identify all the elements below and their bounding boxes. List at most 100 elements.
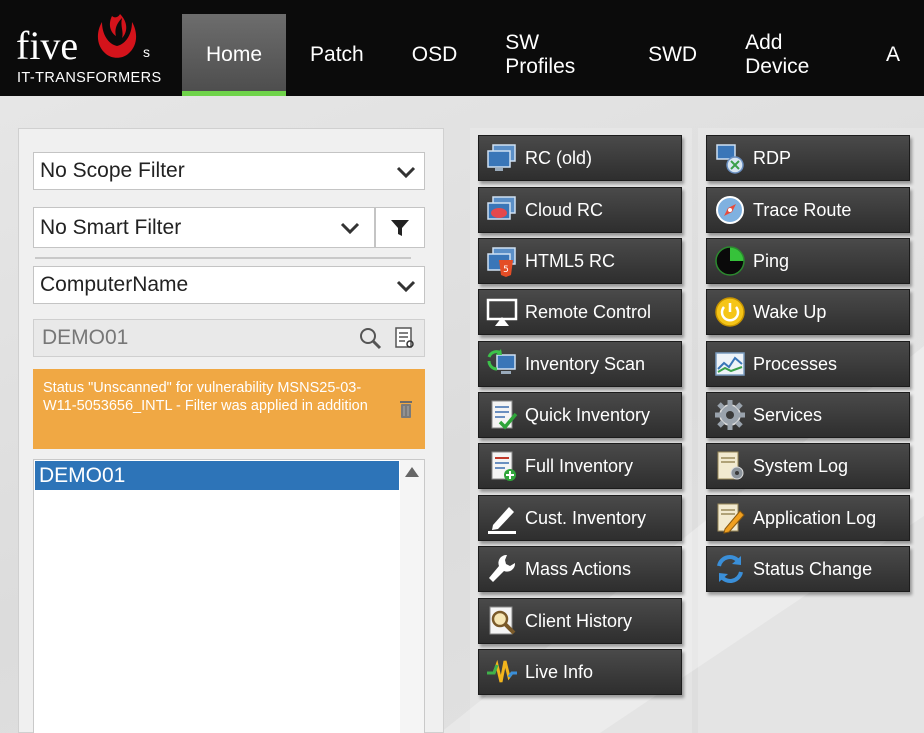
scope-filter-value: No Scope Filter xyxy=(40,159,185,182)
search-list-icon[interactable] xyxy=(394,326,416,350)
refresh-icon xyxy=(717,555,743,583)
logo-suffix: s xyxy=(143,44,150,60)
search-field-value: ComputerName xyxy=(40,273,189,296)
action-services-button[interactable]: Services xyxy=(706,392,910,438)
system-log-icon xyxy=(717,451,744,480)
filter-button[interactable] xyxy=(375,207,425,248)
chevron-down-icon xyxy=(396,166,416,179)
action-label: Inventory Scan xyxy=(525,353,646,374)
svg-text:5: 5 xyxy=(503,265,509,275)
nav-tab-truncated[interactable]: A xyxy=(862,14,924,96)
action-label: Application Log xyxy=(753,507,877,528)
action-label: Full Inventory xyxy=(525,455,634,476)
radar-icon xyxy=(715,246,745,276)
remote-control-icon xyxy=(486,298,518,326)
divider xyxy=(35,257,411,259)
action-ping-button[interactable]: Ping xyxy=(706,238,910,284)
full-inventory-icon xyxy=(491,451,516,481)
action-label: HTML5 RC xyxy=(525,250,616,271)
action-remote-control-button[interactable]: Remote Control xyxy=(478,289,682,335)
history-magnifier-icon xyxy=(489,606,516,635)
action-label: Mass Actions xyxy=(525,558,632,579)
action-status-change-button[interactable]: Status Change xyxy=(706,546,910,592)
action-label: Trace Route xyxy=(753,199,852,220)
main-nav: Home Patch OSD SW Profiles SWD Add Devic… xyxy=(182,14,924,96)
list-item-selected[interactable]: DEMO01 xyxy=(35,461,399,490)
action-label: System Log xyxy=(753,455,849,476)
action-inventory-scan-button[interactable]: Inventory Scan xyxy=(478,341,682,387)
action-client-history-button[interactable]: Client History xyxy=(478,598,682,644)
action-label: Ping xyxy=(753,250,790,271)
inventory-scan-icon xyxy=(487,349,516,374)
action-mass-actions-button[interactable]: Mass Actions xyxy=(478,546,682,592)
quick-inventory-icon xyxy=(491,400,518,430)
nav-tab-osd[interactable]: OSD xyxy=(388,14,482,96)
action-label: Cust. Inventory xyxy=(525,507,647,528)
action-label: Status Change xyxy=(753,558,873,579)
scope-filter-select[interactable]: No Scope Filter xyxy=(33,152,425,190)
action-label: Cloud RC xyxy=(525,199,604,220)
action-label: Live Info xyxy=(525,661,594,682)
funnel-icon xyxy=(391,219,409,236)
cloud-rc-icon xyxy=(487,196,516,220)
action-full-inventory-button[interactable]: Full Inventory xyxy=(478,443,682,489)
filter-panel: No Scope Filter No Smart Filter Computer… xyxy=(18,128,444,733)
actions-column-left: RC (old) Cloud RC 5 HTML5 RC Remote Cont… xyxy=(470,128,692,733)
scroll-up-icon[interactable] xyxy=(404,466,420,478)
filter-status-alert: Status "Unscanned" for vulnerability MSN… xyxy=(33,369,425,449)
logo-word: five xyxy=(16,23,79,68)
fives-logo[interactable]: five s IT-TRANSFORMERS xyxy=(16,14,166,86)
action-label: RC (old) xyxy=(525,147,593,168)
actions-column-right: RDP Trace Route Ping Wake Up Processes S… xyxy=(698,128,924,733)
action-system-log-button[interactable]: System Log xyxy=(706,443,910,489)
rdp-icon xyxy=(716,144,744,174)
gear-icon xyxy=(715,400,745,430)
action-application-log-button[interactable]: Application Log xyxy=(706,495,910,541)
top-navigation-bar: five s IT-TRANSFORMERS Home Patch OSD SW… xyxy=(0,0,924,96)
action-label: RDP xyxy=(753,147,792,168)
action-cloud-rc-button[interactable]: Cloud RC xyxy=(478,187,682,233)
action-rdp-button[interactable]: RDP xyxy=(706,135,910,181)
action-label: Services xyxy=(753,404,823,425)
compass-icon xyxy=(716,196,744,224)
search-field-select[interactable]: ComputerName xyxy=(33,266,425,304)
application-log-icon xyxy=(717,503,745,534)
rc-monitor-icon xyxy=(487,144,516,171)
action-processes-button[interactable]: Processes xyxy=(706,341,910,387)
action-html5-rc-button[interactable]: 5 HTML5 RC xyxy=(478,238,682,284)
search-input[interactable]: DEMO01 xyxy=(33,319,425,357)
alert-text: Status "Unscanned" for vulnerability MSN… xyxy=(43,380,368,414)
nav-tab-home[interactable]: Home xyxy=(182,14,287,96)
action-quick-inventory-button[interactable]: Quick Inventory xyxy=(478,392,682,438)
nav-tab-sw-profiles[interactable]: SW Profiles xyxy=(481,14,624,96)
html5-rc-icon: 5 xyxy=(487,247,516,277)
flame-icon xyxy=(97,14,137,58)
action-cust-inventory-button[interactable]: Cust. Inventory xyxy=(478,495,682,541)
list-item-label: DEMO01 xyxy=(39,463,126,487)
search-icon[interactable] xyxy=(358,326,382,350)
power-icon xyxy=(715,297,745,327)
action-rc-old-button[interactable]: RC (old) xyxy=(478,135,682,181)
action-label: Remote Control xyxy=(525,301,652,322)
wrench-icon xyxy=(489,554,516,582)
action-label: Quick Inventory xyxy=(525,404,651,425)
computer-list: DEMO01 xyxy=(33,459,425,733)
action-wake-up-button[interactable]: Wake Up xyxy=(706,289,910,335)
action-label: Client History xyxy=(525,610,633,631)
action-label: Processes xyxy=(753,353,838,374)
chevron-down-icon xyxy=(396,280,416,293)
smart-filter-select[interactable]: No Smart Filter xyxy=(33,207,375,248)
pencil-icon xyxy=(488,507,516,534)
nav-tab-swd[interactable]: SWD xyxy=(624,14,721,96)
pulse-icon xyxy=(487,659,517,683)
nav-tab-patch[interactable]: Patch xyxy=(286,14,388,96)
action-live-info-button[interactable]: Live Info xyxy=(478,649,682,695)
action-trace-route-button[interactable]: Trace Route xyxy=(706,187,910,233)
nav-tab-add-device[interactable]: Add Device xyxy=(721,14,862,96)
action-label: Wake Up xyxy=(753,301,827,322)
list-scrollbar[interactable] xyxy=(400,460,424,733)
chevron-down-icon xyxy=(340,222,360,235)
trash-icon[interactable] xyxy=(399,399,413,419)
processes-icon xyxy=(715,352,745,376)
search-input-value: DEMO01 xyxy=(42,326,129,349)
